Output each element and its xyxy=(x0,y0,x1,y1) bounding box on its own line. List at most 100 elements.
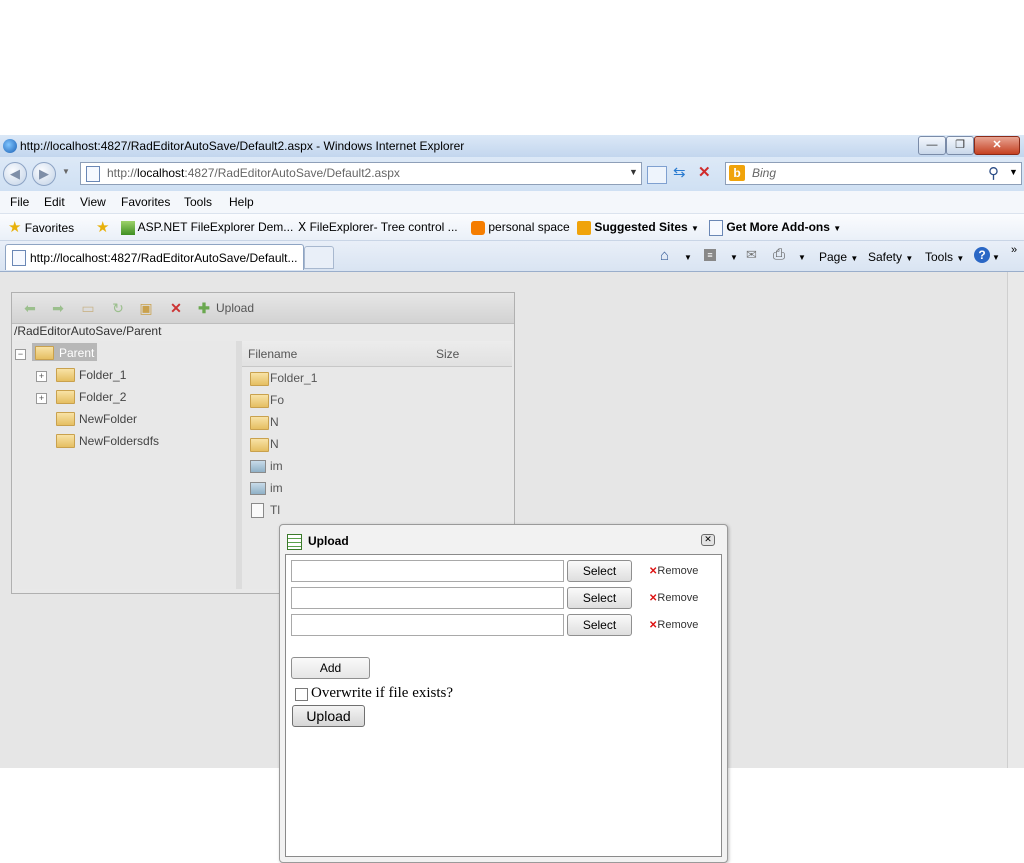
open-folder-icon[interactable]: ▭ xyxy=(79,299,97,317)
forward-icon[interactable]: ➡ xyxy=(49,299,67,317)
compatibility-view-icon[interactable] xyxy=(647,166,667,184)
file-input-1[interactable] xyxy=(291,560,564,582)
page-icon xyxy=(86,166,100,182)
grid-row-label: N xyxy=(270,415,279,429)
collapse-icon[interactable]: − xyxy=(15,349,26,360)
folder-icon xyxy=(35,346,54,360)
grid-row-label: im xyxy=(270,459,283,473)
forward-button[interactable]: ▶ xyxy=(32,162,56,186)
favorites-button[interactable]: ★ Favorites xyxy=(8,218,74,236)
folder-icon xyxy=(250,394,269,408)
tab-row: http://localhost:4827/RadEditorAutoSave/… xyxy=(0,241,1024,272)
suggested-sites-icon xyxy=(577,220,591,235)
address-dropdown-icon[interactable]: ▼ xyxy=(629,167,638,177)
feeds-dropdown-icon[interactable]: ▼ xyxy=(730,253,738,262)
new-tab-button[interactable] xyxy=(304,246,334,269)
search-dropdown-icon[interactable]: ▼ xyxy=(1009,167,1018,177)
fav-item-aspnet[interactable]: ASP.NET FileExplorer Dem... xyxy=(121,220,293,235)
expand-icon[interactable]: + xyxy=(36,371,47,382)
mail-icon[interactable]: ✉ xyxy=(746,247,757,263)
search-input[interactable]: Bing xyxy=(752,166,776,180)
forward-arrow-icon: ▶ xyxy=(39,166,49,181)
folder-icon xyxy=(56,434,75,448)
menu-view[interactable]: View xyxy=(80,195,106,209)
print-icon[interactable]: ⎙ xyxy=(773,246,785,263)
column-header-filename[interactable]: Filename xyxy=(248,347,297,361)
tab-page-icon xyxy=(12,250,26,266)
home-icon[interactable]: ⌂ xyxy=(660,247,669,264)
tab-current[interactable]: http://localhost:4827/RadEditorAutoSave/… xyxy=(5,244,304,270)
remove-link-2[interactable]: ✕Remove xyxy=(649,592,698,604)
remove-link-3[interactable]: ✕Remove xyxy=(649,619,698,631)
image-file-icon xyxy=(250,482,266,495)
menu-help[interactable]: Help xyxy=(229,195,254,209)
vertical-scrollbar[interactable] xyxy=(1007,272,1024,768)
upload-dialog-icon xyxy=(287,534,302,550)
menu-bar: File Edit View Favorites Tools Help xyxy=(0,191,1024,214)
fav-item-get-addons[interactable]: Get More Add-ons ▼ xyxy=(709,220,841,236)
refresh-icon[interactable]: ⇆ xyxy=(673,163,686,181)
folder-tree: − Parent + Folder_1 + Folder_2 NewFolder… xyxy=(14,341,237,589)
bing-logo-icon: b xyxy=(729,165,745,181)
grid-row-label: Fo xyxy=(270,393,285,407)
home-dropdown-icon[interactable]: ▼ xyxy=(684,253,692,262)
text-file-icon xyxy=(251,503,264,518)
delete-icon[interactable]: ✕ xyxy=(167,299,185,317)
dialog-close-button[interactable]: ✕ xyxy=(701,534,715,546)
help-icon[interactable]: ? xyxy=(974,247,990,263)
dialog-title: Upload xyxy=(308,534,349,548)
safety-menu[interactable]: Safety ▼ xyxy=(868,250,913,264)
tab-title: http://localhost:4827/RadEditorAutoSave/… xyxy=(30,251,298,265)
address-bar[interactable]: http://localhost:4827/RadEditorAutoSave/… xyxy=(80,162,642,185)
minimize-button[interactable]: — xyxy=(918,136,946,155)
overwrite-checkbox[interactable] xyxy=(295,688,308,701)
history-dropdown-icon[interactable]: ▼ xyxy=(62,167,70,176)
stop-icon[interactable]: ✕ xyxy=(698,163,711,181)
toolbar-upload-button[interactable]: Upload xyxy=(216,301,254,315)
menu-edit[interactable]: Edit xyxy=(44,195,65,209)
back-button[interactable]: ◀ xyxy=(3,162,27,186)
select-button-1[interactable]: Select xyxy=(567,560,632,582)
restore-button[interactable]: ❐ xyxy=(946,136,974,155)
feeds-icon[interactable]: ≡ xyxy=(704,249,716,261)
upload-plus-icon[interactable]: ✚ xyxy=(195,299,213,317)
file-input-3[interactable] xyxy=(291,614,564,636)
search-icon[interactable]: ⚲ xyxy=(988,164,999,182)
chevron-more-icon[interactable]: » xyxy=(1011,244,1017,256)
close-button[interactable]: ✕ xyxy=(974,136,1020,155)
page-content: ⬅ ➡ ▭ ↻ ▣ ✕ ✚ Upload /RadEditorAutoSave/… xyxy=(0,272,1007,863)
fav-item-personal-space[interactable]: personal space xyxy=(471,220,570,235)
menu-file[interactable]: File xyxy=(10,195,29,209)
select-button-2[interactable]: Select xyxy=(567,587,632,609)
browser-window: http://localhost:4827/RadEditorAutoSave/… xyxy=(0,135,1024,863)
page-menu[interactable]: Page ▼ xyxy=(819,250,858,264)
remove-link-1[interactable]: ✕Remove xyxy=(649,565,698,577)
menu-favorites[interactable]: Favorites xyxy=(121,195,170,209)
folder-icon xyxy=(56,412,75,426)
new-folder-icon[interactable]: ▣ xyxy=(137,299,155,317)
address-url[interactable]: http://localhost:4827/RadEditorAutoSave/… xyxy=(107,166,400,180)
refresh-folder-icon[interactable]: ↻ xyxy=(109,299,127,317)
add-to-favorites-icon[interactable]: ★ xyxy=(96,218,109,236)
file-input-2[interactable] xyxy=(291,587,564,609)
fav-item-fileexplorer[interactable]: Ⅹ FileExplorer- Tree control ... xyxy=(298,220,458,234)
column-header-size[interactable]: Size xyxy=(436,347,459,361)
folder-icon xyxy=(250,416,269,430)
add-button[interactable]: Add xyxy=(291,657,370,679)
expand-icon[interactable]: + xyxy=(36,393,47,404)
tools-menu[interactable]: Tools ▼ xyxy=(925,250,964,264)
ie-logo-icon xyxy=(3,139,17,153)
back-icon[interactable]: ⬅ xyxy=(21,299,39,317)
print-dropdown-icon[interactable]: ▼ xyxy=(798,253,806,262)
select-button-3[interactable]: Select xyxy=(567,614,632,636)
folder-icon xyxy=(250,438,269,452)
search-box[interactable]: b Bing ⚲ ▼ xyxy=(725,162,1022,185)
menu-tools[interactable]: Tools xyxy=(184,195,212,209)
help-dropdown-icon[interactable]: ▼ xyxy=(992,253,1000,262)
fav-item-suggested-sites[interactable]: Suggested Sites ▼ xyxy=(577,220,699,235)
upload-button[interactable]: Upload xyxy=(292,705,365,727)
grid-row-label: N xyxy=(270,437,279,451)
current-path: /RadEditorAutoSave/Parent xyxy=(14,324,162,338)
folder-icon xyxy=(56,368,75,382)
dialog-body: Select ✕Remove Select ✕Remove Select ✕Re… xyxy=(285,554,722,857)
